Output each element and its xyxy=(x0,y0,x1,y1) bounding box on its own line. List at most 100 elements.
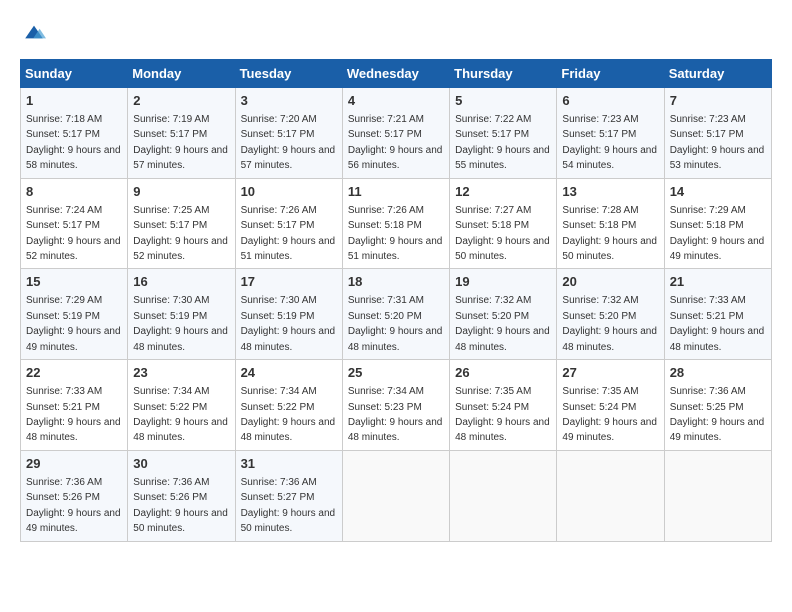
calendar-cell xyxy=(342,450,449,541)
day-number: 12 xyxy=(455,183,551,201)
day-number: 25 xyxy=(348,364,444,382)
day-info: Sunrise: 7:20 AMSunset: 5:17 PMDaylight:… xyxy=(241,114,336,171)
page-header xyxy=(20,20,772,49)
column-header-wednesday: Wednesday xyxy=(342,59,449,87)
calendar-cell: 24 Sunrise: 7:34 AMSunset: 5:22 PMDaylig… xyxy=(235,360,342,451)
day-info: Sunrise: 7:22 AMSunset: 5:17 PMDaylight:… xyxy=(455,114,550,171)
calendar-cell: 21 Sunrise: 7:33 AMSunset: 5:21 PMDaylig… xyxy=(664,269,771,360)
day-number: 24 xyxy=(241,364,337,382)
day-info: Sunrise: 7:23 AMSunset: 5:17 PMDaylight:… xyxy=(562,114,657,171)
calendar-week-row: 15 Sunrise: 7:29 AMSunset: 5:19 PMDaylig… xyxy=(21,269,772,360)
day-number: 6 xyxy=(562,92,658,110)
day-info: Sunrise: 7:18 AMSunset: 5:17 PMDaylight:… xyxy=(26,114,121,171)
day-number: 3 xyxy=(241,92,337,110)
day-info: Sunrise: 7:35 AMSunset: 5:24 PMDaylight:… xyxy=(562,386,657,443)
calendar-cell: 5 Sunrise: 7:22 AMSunset: 5:17 PMDayligh… xyxy=(450,87,557,178)
day-info: Sunrise: 7:29 AMSunset: 5:18 PMDaylight:… xyxy=(670,205,765,262)
day-number: 27 xyxy=(562,364,658,382)
column-header-friday: Friday xyxy=(557,59,664,87)
calendar-cell: 14 Sunrise: 7:29 AMSunset: 5:18 PMDaylig… xyxy=(664,178,771,269)
day-number: 9 xyxy=(133,183,229,201)
day-info: Sunrise: 7:34 AMSunset: 5:22 PMDaylight:… xyxy=(241,386,336,443)
day-info: Sunrise: 7:34 AMSunset: 5:23 PMDaylight:… xyxy=(348,386,443,443)
day-info: Sunrise: 7:23 AMSunset: 5:17 PMDaylight:… xyxy=(670,114,765,171)
day-info: Sunrise: 7:36 AMSunset: 5:26 PMDaylight:… xyxy=(133,477,228,534)
calendar-cell: 13 Sunrise: 7:28 AMSunset: 5:18 PMDaylig… xyxy=(557,178,664,269)
day-number: 23 xyxy=(133,364,229,382)
day-info: Sunrise: 7:33 AMSunset: 5:21 PMDaylight:… xyxy=(26,386,121,443)
day-info: Sunrise: 7:21 AMSunset: 5:17 PMDaylight:… xyxy=(348,114,443,171)
day-info: Sunrise: 7:31 AMSunset: 5:20 PMDaylight:… xyxy=(348,295,443,352)
calendar-cell: 22 Sunrise: 7:33 AMSunset: 5:21 PMDaylig… xyxy=(21,360,128,451)
calendar-cell: 19 Sunrise: 7:32 AMSunset: 5:20 PMDaylig… xyxy=(450,269,557,360)
calendar-cell: 8 Sunrise: 7:24 AMSunset: 5:17 PMDayligh… xyxy=(21,178,128,269)
calendar-cell xyxy=(664,450,771,541)
logo-icon xyxy=(22,20,46,44)
day-number: 14 xyxy=(670,183,766,201)
day-number: 11 xyxy=(348,183,444,201)
calendar-cell: 7 Sunrise: 7:23 AMSunset: 5:17 PMDayligh… xyxy=(664,87,771,178)
calendar-cell: 20 Sunrise: 7:32 AMSunset: 5:20 PMDaylig… xyxy=(557,269,664,360)
day-info: Sunrise: 7:19 AMSunset: 5:17 PMDaylight:… xyxy=(133,114,228,171)
calendar-cell xyxy=(557,450,664,541)
calendar-cell xyxy=(450,450,557,541)
day-number: 29 xyxy=(26,455,122,473)
calendar-cell: 28 Sunrise: 7:36 AMSunset: 5:25 PMDaylig… xyxy=(664,360,771,451)
day-number: 5 xyxy=(455,92,551,110)
calendar-cell: 3 Sunrise: 7:20 AMSunset: 5:17 PMDayligh… xyxy=(235,87,342,178)
day-info: Sunrise: 7:26 AMSunset: 5:18 PMDaylight:… xyxy=(348,205,443,262)
day-number: 22 xyxy=(26,364,122,382)
day-info: Sunrise: 7:30 AMSunset: 5:19 PMDaylight:… xyxy=(133,295,228,352)
calendar-cell: 30 Sunrise: 7:36 AMSunset: 5:26 PMDaylig… xyxy=(128,450,235,541)
calendar-week-row: 22 Sunrise: 7:33 AMSunset: 5:21 PMDaylig… xyxy=(21,360,772,451)
calendar-cell: 11 Sunrise: 7:26 AMSunset: 5:18 PMDaylig… xyxy=(342,178,449,269)
day-number: 26 xyxy=(455,364,551,382)
day-info: Sunrise: 7:34 AMSunset: 5:22 PMDaylight:… xyxy=(133,386,228,443)
day-number: 17 xyxy=(241,273,337,291)
calendar-cell: 25 Sunrise: 7:34 AMSunset: 5:23 PMDaylig… xyxy=(342,360,449,451)
calendar-cell: 1 Sunrise: 7:18 AMSunset: 5:17 PMDayligh… xyxy=(21,87,128,178)
calendar-cell: 27 Sunrise: 7:35 AMSunset: 5:24 PMDaylig… xyxy=(557,360,664,451)
calendar-cell: 18 Sunrise: 7:31 AMSunset: 5:20 PMDaylig… xyxy=(342,269,449,360)
calendar-week-row: 8 Sunrise: 7:24 AMSunset: 5:17 PMDayligh… xyxy=(21,178,772,269)
column-header-tuesday: Tuesday xyxy=(235,59,342,87)
day-info: Sunrise: 7:36 AMSunset: 5:27 PMDaylight:… xyxy=(241,477,336,534)
day-number: 18 xyxy=(348,273,444,291)
calendar-cell: 31 Sunrise: 7:36 AMSunset: 5:27 PMDaylig… xyxy=(235,450,342,541)
calendar-week-row: 29 Sunrise: 7:36 AMSunset: 5:26 PMDaylig… xyxy=(21,450,772,541)
calendar-cell: 6 Sunrise: 7:23 AMSunset: 5:17 PMDayligh… xyxy=(557,87,664,178)
column-header-saturday: Saturday xyxy=(664,59,771,87)
calendar-cell: 12 Sunrise: 7:27 AMSunset: 5:18 PMDaylig… xyxy=(450,178,557,269)
day-info: Sunrise: 7:35 AMSunset: 5:24 PMDaylight:… xyxy=(455,386,550,443)
calendar-cell: 17 Sunrise: 7:30 AMSunset: 5:19 PMDaylig… xyxy=(235,269,342,360)
day-info: Sunrise: 7:27 AMSunset: 5:18 PMDaylight:… xyxy=(455,205,550,262)
day-info: Sunrise: 7:36 AMSunset: 5:25 PMDaylight:… xyxy=(670,386,765,443)
day-number: 31 xyxy=(241,455,337,473)
day-info: Sunrise: 7:25 AMSunset: 5:17 PMDaylight:… xyxy=(133,205,228,262)
day-number: 28 xyxy=(670,364,766,382)
day-info: Sunrise: 7:24 AMSunset: 5:17 PMDaylight:… xyxy=(26,205,121,262)
day-number: 19 xyxy=(455,273,551,291)
logo-text xyxy=(20,20,46,49)
day-info: Sunrise: 7:36 AMSunset: 5:26 PMDaylight:… xyxy=(26,477,121,534)
calendar-cell: 4 Sunrise: 7:21 AMSunset: 5:17 PMDayligh… xyxy=(342,87,449,178)
calendar-cell: 9 Sunrise: 7:25 AMSunset: 5:17 PMDayligh… xyxy=(128,178,235,269)
day-info: Sunrise: 7:32 AMSunset: 5:20 PMDaylight:… xyxy=(455,295,550,352)
day-info: Sunrise: 7:33 AMSunset: 5:21 PMDaylight:… xyxy=(670,295,765,352)
calendar-cell: 29 Sunrise: 7:36 AMSunset: 5:26 PMDaylig… xyxy=(21,450,128,541)
calendar-cell: 2 Sunrise: 7:19 AMSunset: 5:17 PMDayligh… xyxy=(128,87,235,178)
day-number: 15 xyxy=(26,273,122,291)
day-number: 30 xyxy=(133,455,229,473)
day-number: 16 xyxy=(133,273,229,291)
logo xyxy=(20,20,46,49)
day-number: 21 xyxy=(670,273,766,291)
calendar-week-row: 1 Sunrise: 7:18 AMSunset: 5:17 PMDayligh… xyxy=(21,87,772,178)
column-header-thursday: Thursday xyxy=(450,59,557,87)
calendar-body: 1 Sunrise: 7:18 AMSunset: 5:17 PMDayligh… xyxy=(21,87,772,541)
day-info: Sunrise: 7:30 AMSunset: 5:19 PMDaylight:… xyxy=(241,295,336,352)
day-info: Sunrise: 7:28 AMSunset: 5:18 PMDaylight:… xyxy=(562,205,657,262)
calendar-cell: 23 Sunrise: 7:34 AMSunset: 5:22 PMDaylig… xyxy=(128,360,235,451)
day-number: 2 xyxy=(133,92,229,110)
calendar-cell: 10 Sunrise: 7:26 AMSunset: 5:17 PMDaylig… xyxy=(235,178,342,269)
calendar-header: SundayMondayTuesdayWednesdayThursdayFrid… xyxy=(21,59,772,87)
